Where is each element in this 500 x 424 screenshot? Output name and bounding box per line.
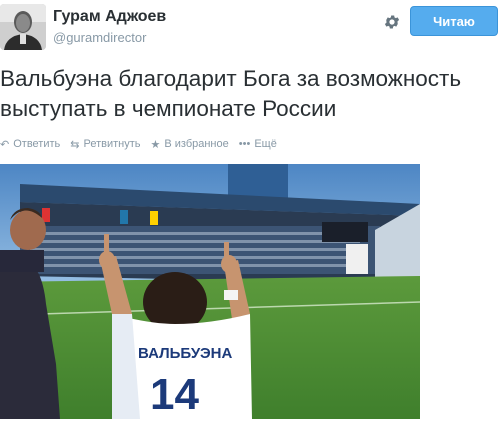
- tweet-photo[interactable]: ВАЛЬБУЭНА 14: [0, 164, 420, 419]
- stadium-photo: ВАЛЬБУЭНА 14: [0, 164, 420, 419]
- avatar[interactable]: [0, 4, 46, 50]
- gear-icon[interactable]: [381, 11, 403, 33]
- avatar-image: [0, 4, 46, 50]
- reply-label: Ответить: [13, 138, 61, 150]
- reply-icon: ↶: [0, 138, 10, 151]
- more-action[interactable]: ••• Ещё: [239, 138, 277, 150]
- reply-action[interactable]: ↶ Ответить: [0, 138, 60, 151]
- favorite-action[interactable]: ★ В избранное: [150, 138, 228, 151]
- more-label: Ещё: [254, 138, 277, 150]
- jersey-number: 14: [150, 370, 199, 419]
- tweet-actions: ↶ Ответить ⇆ Ретвитнуть ★ В избранное ••…: [0, 136, 287, 152]
- favorite-label: В избранное: [164, 138, 229, 150]
- jersey-name: ВАЛЬБУЭНА: [138, 345, 232, 362]
- profile-handle[interactable]: @guramdirector: [53, 30, 146, 45]
- star-icon: ★: [150, 138, 161, 151]
- retweet-icon: ⇆: [70, 138, 80, 151]
- retweet-action[interactable]: ⇆ Ретвитнуть: [70, 138, 140, 151]
- tweet-text: Вальбуэна благодарит Бога за возможность…: [0, 66, 462, 121]
- retweet-label: Ретвитнуть: [83, 138, 141, 150]
- profile-name[interactable]: Гурам Аджоев: [53, 8, 166, 26]
- follow-button[interactable]: Читаю: [410, 6, 498, 36]
- more-icon: •••: [238, 138, 251, 150]
